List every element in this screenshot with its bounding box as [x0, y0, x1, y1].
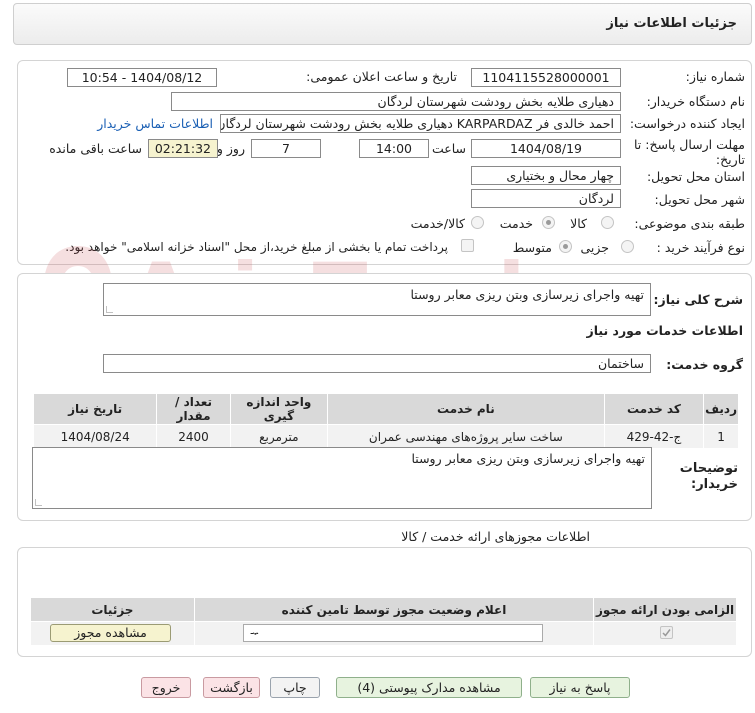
category-radio-goods-service[interactable]	[471, 216, 484, 229]
process-radio-medium[interactable]	[559, 240, 572, 253]
remaining-time-field: 02:21:32	[148, 139, 218, 158]
permit-required-checkbox[interactable]	[660, 626, 673, 639]
col-quantity: تعداد / مقدار	[156, 393, 231, 425]
col-service-code: کد خدمت	[603, 393, 705, 425]
deadline-label: مهلت ارسال پاسخ: تا تاریخ:	[634, 137, 745, 167]
category-option-goods-service: کالا/خدمت	[410, 216, 465, 231]
need-number-label: شماره نیاز:	[685, 69, 745, 84]
resize-handle-icon[interactable]	[35, 499, 42, 506]
exit-button[interactable]: خروج	[141, 677, 191, 698]
col-need-date: تاریخ نیاز	[32, 393, 158, 425]
reply-button[interactable]: پاسخ به نیاز	[530, 677, 630, 698]
table-row: 1 ج-42-429 ساخت سایر پروژه‌های مهندسی عم…	[32, 424, 739, 449]
city-label: شهر محل تحویل:	[654, 192, 745, 207]
services-table: ردیف کد خدمت نام خدمت واحد اندازه گیری ت…	[32, 393, 739, 449]
need-description-label: شرح کلی نیاز:	[653, 292, 743, 307]
services-table-header: ردیف کد خدمت نام خدمت واحد اندازه گیری ت…	[32, 393, 739, 425]
buyer-org-field: دهیاری طلایه بخش رودشت شهرستان لردگان	[171, 92, 621, 111]
buyer-org-label: نام دستگاه خریدار:	[646, 94, 745, 109]
col-permit-status: اعلام وضعیت مجوز توسط تامین کننده	[193, 597, 595, 622]
view-permit-button[interactable]: مشاهده مجوز	[50, 624, 171, 642]
buyer-notes-label: توضیحات خریدار:	[679, 461, 738, 492]
days-field: 7	[251, 139, 321, 158]
col-service-name: نام خدمت	[326, 393, 605, 425]
announce-label: تاریخ و ساعت اعلان عمومی:	[306, 69, 457, 84]
treasury-payment-note: پرداخت تمام یا بخشی از مبلغ خرید،از محل …	[65, 240, 448, 254]
days-label: روز و	[216, 141, 245, 156]
page-header: جزئیات اطلاعات نیاز	[13, 3, 752, 45]
city-field: لردگان	[471, 189, 621, 208]
permit-status-select[interactable]: -- ⌄	[243, 624, 543, 642]
deadline-time-field: 14:00	[359, 139, 429, 158]
category-radio-service[interactable]	[542, 216, 555, 229]
buyer-notes-text: تهیه واجرای زیرسازی وبتن ریزی معابر روست…	[411, 451, 646, 466]
category-radio-goods[interactable]	[601, 216, 614, 229]
cell-quantity: 2400	[156, 424, 231, 449]
resize-handle-icon[interactable]	[106, 306, 113, 313]
process-radio-minor[interactable]	[621, 240, 634, 253]
creator-label: ایجاد کننده درخواست:	[629, 116, 745, 131]
col-permit-details: جزئیات	[30, 597, 195, 622]
deadline-time-label: ساعت	[431, 141, 466, 156]
need-description-text: تهیه واجرای زیرسازی وبتن ریزی معابر روست…	[410, 287, 645, 302]
cell-need-date: 1404/08/24	[32, 424, 158, 449]
services-section-title: اطلاعات خدمات مورد نیاز	[586, 323, 744, 338]
treasury-payment-checkbox[interactable]	[461, 239, 474, 252]
cell-row: 1	[703, 424, 739, 449]
cell-unit: مترمربع	[229, 424, 328, 449]
cell-service-name: ساخت سایر پروژه‌های مهندسی عمران	[326, 424, 605, 449]
service-group-label: گروه خدمت:	[666, 357, 743, 372]
category-option-goods: کالا	[570, 216, 587, 231]
buyer-notes-field[interactable]: تهیه واجرای زیرسازی وبتن ریزی معابر روست…	[32, 447, 652, 509]
announce-field: 1404/08/12 - 10:54	[67, 68, 217, 87]
category-label: طبقه بندی موضوعی:	[634, 216, 745, 231]
process-label: نوع فرآیند خرید :	[656, 240, 745, 255]
print-button[interactable]: چاپ	[270, 677, 320, 698]
cell-service-code: ج-42-429	[603, 424, 705, 449]
category-option-service: خدمت	[499, 216, 533, 231]
service-group-field: ساختمان	[103, 354, 651, 373]
province-field: چهار محال و بختیاری	[471, 166, 621, 185]
need-description-field[interactable]: تهیه واجرای زیرسازی وبتن ریزی معابر روست…	[103, 283, 651, 316]
attachments-button[interactable]: مشاهده مدارک پیوستی (4)	[336, 677, 522, 698]
process-option-medium: متوسط	[512, 240, 552, 255]
permits-table-header: الزامی بودن ارائه مجوز اعلام وضعیت مجوز …	[30, 597, 737, 622]
creator-field: احمد خالدی فر KARPARDAZ دهیاری طلایه بخش…	[220, 114, 621, 133]
permits-section-title: اطلاعات مجوزهای ارائه خدمت / کالا	[401, 529, 590, 544]
col-row: ردیف	[703, 393, 739, 425]
remaining-label: ساعت باقی مانده	[49, 141, 142, 156]
col-unit: واحد اندازه گیری	[229, 393, 328, 425]
check-icon	[662, 629, 671, 637]
need-number-field: 1104115528000001	[471, 68, 621, 87]
back-button[interactable]: بازگشت	[203, 677, 260, 698]
deadline-date-field: 1404/08/19	[471, 139, 621, 158]
contact-buyer-link[interactable]: اطلاعات تماس خریدار	[97, 116, 213, 131]
page-title: جزئیات اطلاعات نیاز	[606, 16, 737, 31]
col-permit-required: الزامی بودن ارائه مجوز	[593, 597, 737, 622]
process-option-minor: جزیی	[580, 240, 609, 255]
chevron-down-icon: ⌄	[250, 625, 260, 638]
province-label: استان محل تحویل:	[646, 169, 745, 184]
